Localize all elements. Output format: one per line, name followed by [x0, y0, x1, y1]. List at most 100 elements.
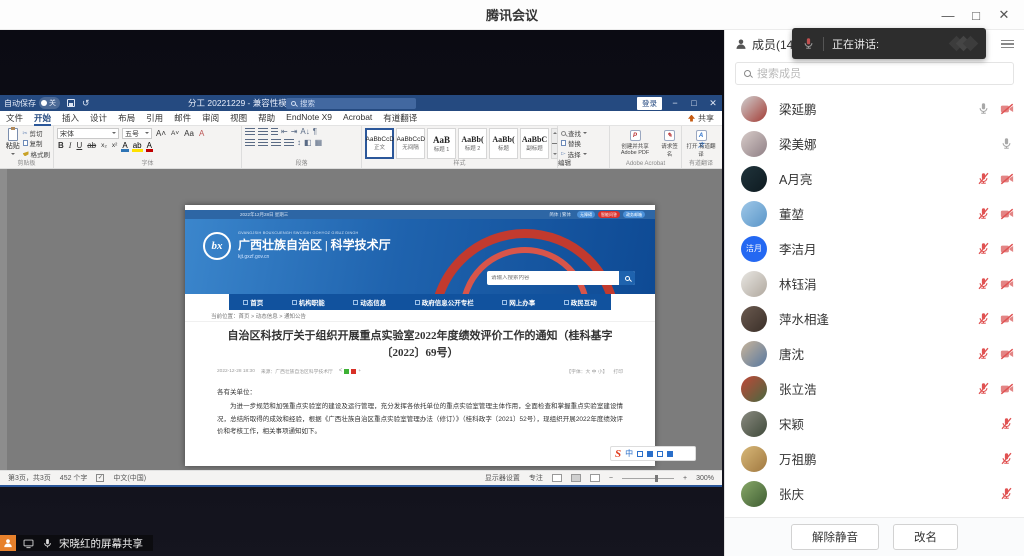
maximize-icon[interactable]: □ [962, 8, 990, 23]
align-right-icon[interactable] [271, 139, 281, 147]
numbering-icon[interactable] [258, 128, 268, 136]
change-case-button[interactable]: Aa [183, 129, 195, 139]
camera-off-icon[interactable] [999, 346, 1014, 361]
member-row[interactable]: 宋颖 [725, 406, 1024, 441]
rename-button[interactable]: 改名 [893, 524, 958, 550]
underline-button[interactable]: U [75, 141, 83, 151]
nav-item-首页[interactable]: 首页 [243, 297, 263, 307]
word-tab-6[interactable]: 引用 [146, 112, 163, 124]
display-settings-button[interactable]: 显示器设置 [485, 473, 520, 483]
copy-button[interactable]: 复制 [23, 138, 51, 148]
style-chip-标题[interactable]: AaBb(标题 [489, 128, 518, 159]
multilevel-icon[interactable] [271, 128, 278, 136]
cut-button[interactable]: ✂剪切 [23, 128, 51, 138]
topbar-pill[interactable]: 政务邮箱 [623, 211, 645, 218]
mic-muted-icon[interactable] [999, 486, 1014, 501]
word-tab-10[interactable]: 帮助 [258, 112, 275, 124]
justify-icon[interactable] [284, 139, 294, 147]
word-tab-2[interactable]: 开始 [34, 112, 51, 124]
word-tab-12[interactable]: Acrobat [343, 112, 372, 124]
member-search-input[interactable] [757, 68, 1005, 80]
nav-item-网上办事[interactable]: 网上办事 [502, 297, 535, 307]
superscript-button[interactable]: x² [111, 142, 118, 150]
site-search-box[interactable] [487, 271, 635, 285]
nav-item-机构职能[interactable]: 机构职能 [292, 297, 325, 307]
print-link[interactable]: 打印 [613, 368, 623, 375]
mic-muted-icon[interactable] [976, 171, 991, 186]
camera-off-icon[interactable] [999, 311, 1014, 326]
zoom-slider-thumb[interactable] [655, 475, 658, 482]
style-chip-标题 1[interactable]: AaB标题 1 [427, 128, 456, 159]
topbar-pill[interactable]: 智能问答 [598, 211, 620, 218]
zoom-slider[interactable] [622, 478, 674, 479]
indent-decrease-icon[interactable]: ⇤ [281, 128, 288, 136]
italic-button[interactable]: I [68, 141, 73, 151]
page-indicator[interactable]: 第3页，共3页 [8, 473, 51, 483]
more-share-icon[interactable]: + [358, 369, 361, 374]
mic-muted-icon[interactable] [976, 206, 991, 221]
word-tab-1[interactable]: 文件 [6, 112, 23, 124]
mic-on-icon[interactable] [976, 101, 991, 116]
create-pdf-button[interactable]: P创建并共享 Adobe PDF [613, 128, 657, 159]
word-tab-4[interactable]: 设计 [90, 112, 107, 124]
zoom-in-icon[interactable]: + [683, 475, 687, 482]
member-row[interactable]: 董堃 [725, 196, 1024, 231]
member-row[interactable]: 张庆 [725, 476, 1024, 511]
bold-button[interactable]: B [57, 141, 65, 151]
language-indicator[interactable]: 中文(中国) [113, 473, 146, 483]
member-row[interactable]: 唐沈 [725, 336, 1024, 371]
paste-button[interactable]: 粘贴 [3, 128, 23, 159]
undo-icon[interactable]: ↺ [82, 99, 90, 108]
word-share-button[interactable]: 共享 [688, 113, 714, 124]
style-chip-正文[interactable]: AaBbCcD正文 [365, 128, 394, 159]
bullets-icon[interactable] [245, 128, 255, 136]
save-icon[interactable] [67, 99, 75, 107]
mic-muted-icon[interactable] [976, 346, 991, 361]
camera-off-icon[interactable] [999, 171, 1014, 186]
close-icon[interactable]: ✕ [990, 7, 1018, 23]
indent-increase-icon[interactable]: ⇥ [291, 128, 298, 136]
word-tab-7[interactable]: 邮件 [174, 112, 191, 124]
highlight-button[interactable]: ab [132, 142, 143, 150]
member-row[interactable]: 万祖鹏 [725, 441, 1024, 476]
focus-button[interactable]: 专注 [529, 473, 543, 483]
camera-off-icon[interactable] [999, 241, 1014, 256]
align-left-icon[interactable] [245, 139, 255, 147]
nav-item-动态信息[interactable]: 动态信息 [353, 297, 386, 307]
shading-icon[interactable]: ◧ [304, 139, 312, 147]
member-search-box[interactable] [735, 62, 1014, 85]
align-center-icon[interactable] [258, 139, 268, 147]
word-tab-8[interactable]: 审阅 [202, 112, 219, 124]
find-button[interactable]: 查找 [561, 128, 606, 138]
zoom-out-icon[interactable]: − [609, 475, 613, 482]
read-mode-icon[interactable] [552, 474, 562, 482]
member-row[interactable]: 洁月李洁月 [725, 231, 1024, 266]
font-size-select[interactable]: 五号 [122, 128, 152, 139]
member-row[interactable]: 梁延鹏 [725, 91, 1024, 126]
style-chip-标题 2[interactable]: AaBb(标题 2 [458, 128, 487, 159]
nav-item-政民互动[interactable]: 政民互动 [564, 297, 597, 307]
mic-muted-icon[interactable] [976, 381, 991, 396]
web-layout-icon[interactable] [590, 474, 600, 482]
member-row[interactable]: 林钰涓 [725, 266, 1024, 301]
word-count[interactable]: 452 个字 [60, 473, 88, 483]
pilcrow-icon[interactable]: ¶ [313, 128, 317, 136]
sort-icon[interactable]: A↓ [300, 128, 309, 136]
ime-toolbox-icon[interactable] [667, 451, 673, 457]
mic-muted-icon[interactable] [976, 276, 991, 291]
strikethrough-button[interactable]: ab [86, 141, 97, 151]
text-effects-button[interactable]: A [121, 142, 128, 150]
mic-muted-icon[interactable] [976, 241, 991, 256]
unmute-button[interactable]: 解除静音 [791, 524, 879, 550]
sogou-input-bar[interactable]: S 中 [610, 446, 696, 461]
minimize-icon[interactable]: — [934, 8, 962, 23]
member-row[interactable]: A月亮 [725, 161, 1024, 196]
share-arrow-icon[interactable]: < [339, 368, 343, 374]
spellcheck-icon[interactable]: ✓ [96, 474, 104, 482]
camera-off-icon[interactable] [999, 276, 1014, 291]
shrink-font-button[interactable]: A˅ [170, 130, 180, 138]
mic-muted-icon[interactable] [976, 311, 991, 326]
document-canvas[interactable]: 2022年12月28日 星期三 简体 | 繁体 无障碍智能问答政务邮箱 bx G… [0, 169, 722, 470]
site-search-input[interactable] [487, 275, 619, 281]
wechat-icon[interactable] [344, 369, 349, 374]
